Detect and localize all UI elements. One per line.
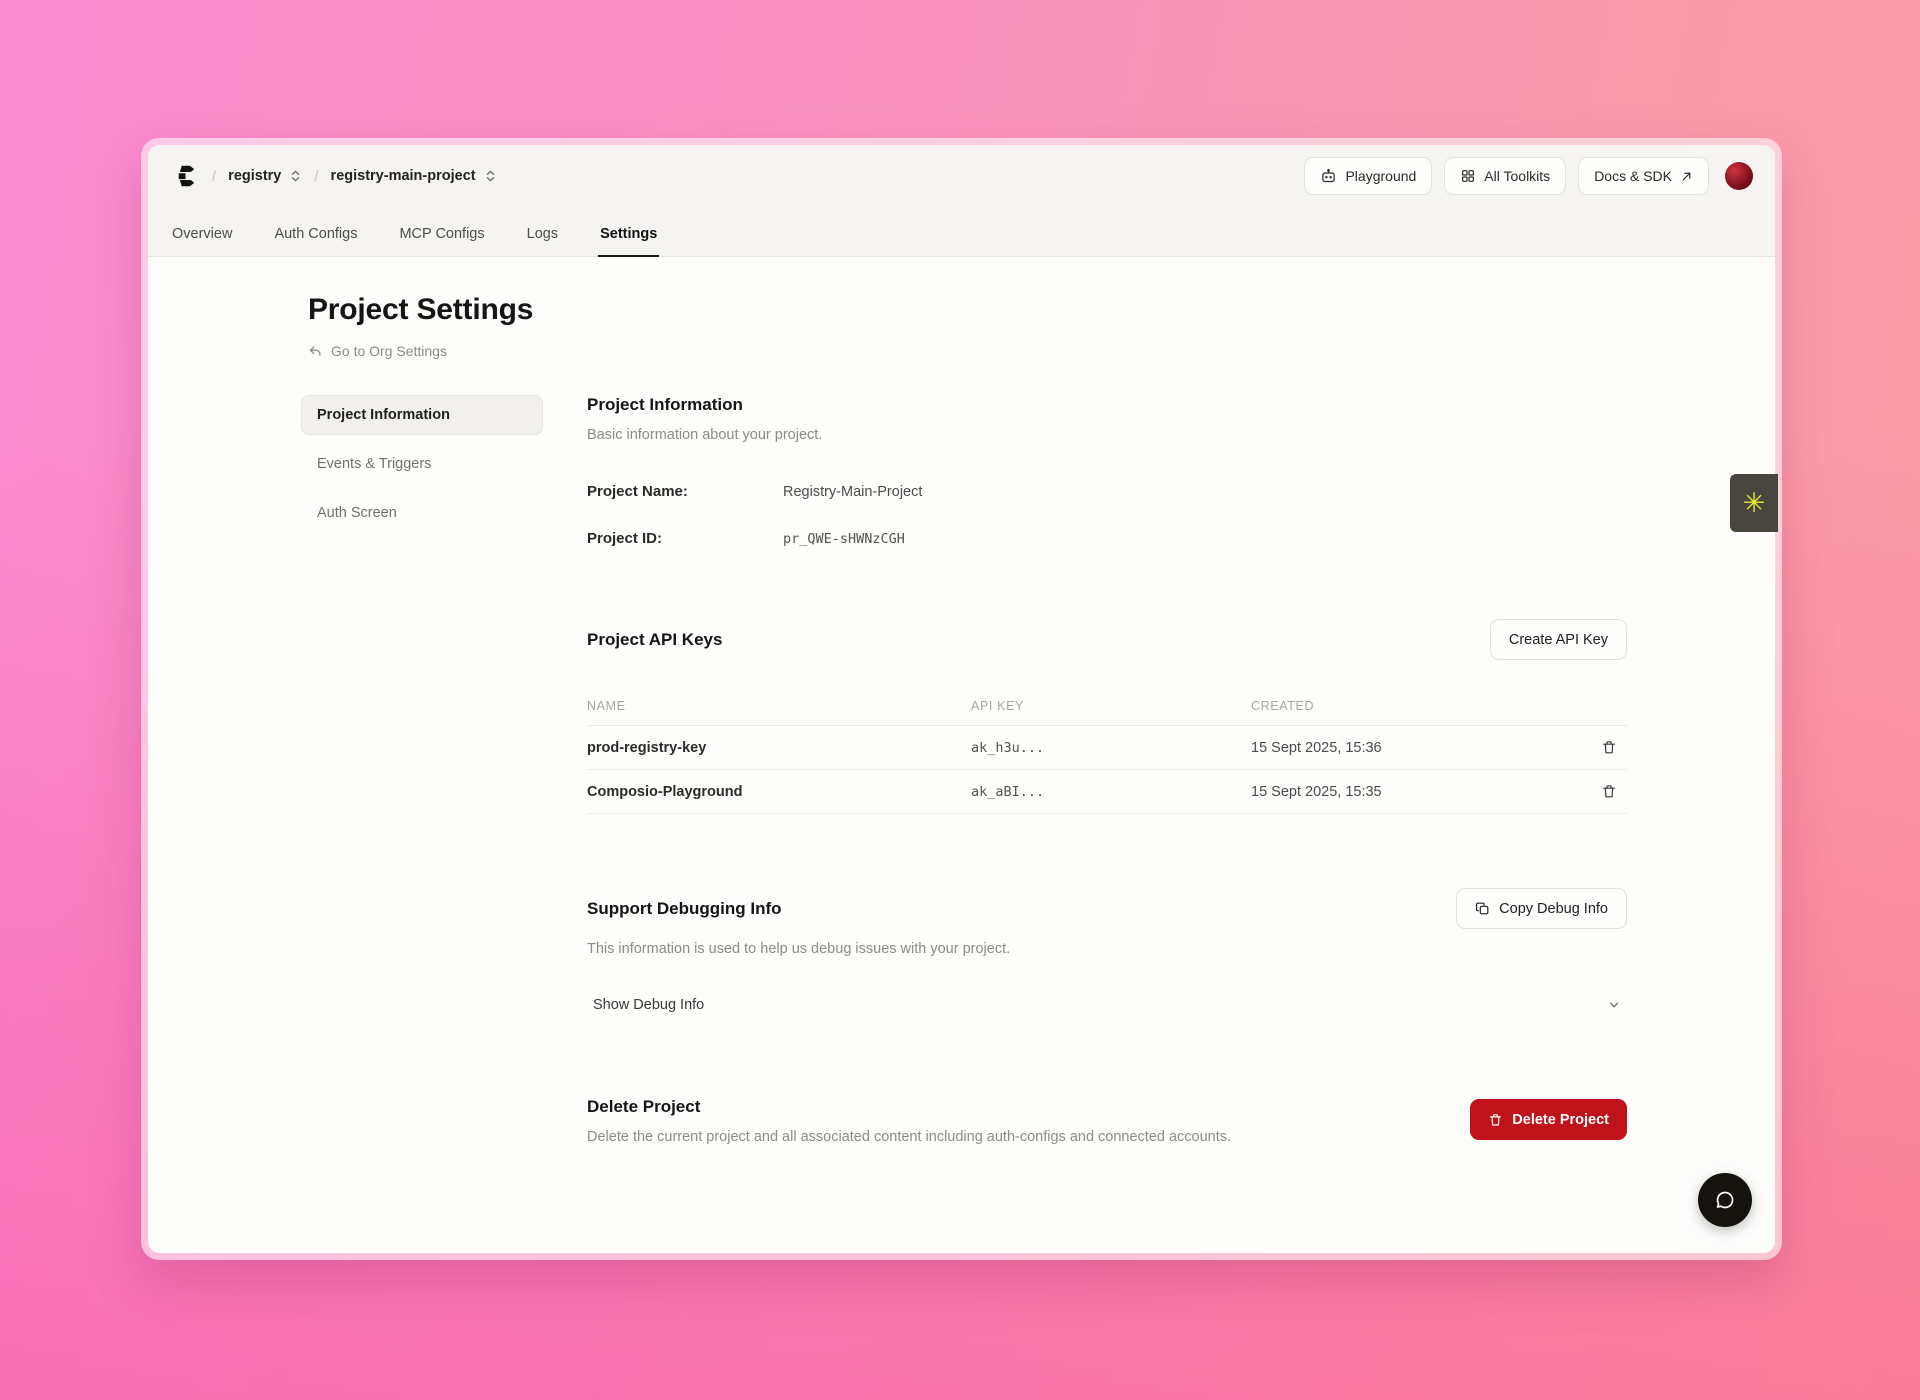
project-info-rows: Project Name: Registry-Main-Project Proj… (587, 483, 1627, 547)
docs-sdk-button-label: Docs & SDK (1594, 168, 1672, 184)
project-tabs: Overview Auth Configs MCP Configs Logs S… (148, 207, 1775, 257)
chevron-updown-icon (484, 169, 497, 183)
delete-project-button[interactable]: Delete Project (1470, 1099, 1627, 1140)
playground-bot-icon (1320, 168, 1337, 185)
project-information-title: Project Information (587, 395, 1627, 415)
asterisk-icon: ✳ (1743, 490, 1766, 517)
grid-icon (1460, 168, 1476, 184)
project-id-row: Project ID: pr_QWE-sHWNzCGH (587, 530, 1627, 547)
breadcrumb-org-select[interactable]: registry (228, 168, 302, 184)
sidebar-item-auth-screen[interactable]: Auth Screen (301, 493, 543, 533)
tab-mcp-configs[interactable]: MCP Configs (397, 226, 486, 256)
project-name-value: Registry-Main-Project (783, 484, 922, 500)
composio-logo-icon[interactable] (170, 161, 200, 191)
delete-project-text: Delete Project Delete the current projec… (587, 1097, 1231, 1145)
column-name: NAME (587, 699, 971, 713)
sidebar-item-project-information[interactable]: Project Information (301, 395, 543, 435)
playground-button[interactable]: Playground (1304, 157, 1432, 195)
playground-button-label: Playground (1345, 168, 1416, 184)
delete-project-row: Delete Project Delete the current projec… (587, 1097, 1627, 1145)
app-card: / registry / registry-main-project (148, 145, 1775, 1253)
project-id-value: pr_QWE-sHWNzCGH (783, 531, 905, 547)
docs-sdk-button[interactable]: Docs & SDK (1578, 157, 1709, 195)
trash-icon (1601, 739, 1617, 756)
api-key-created: 15 Sept 2025, 15:36 (1251, 740, 1567, 756)
breadcrumb-org-label: registry (228, 168, 281, 184)
speech-bubble-icon (1713, 1188, 1737, 1212)
sidebar-item-events-triggers[interactable]: Events & Triggers (301, 444, 543, 484)
page-title: Project Settings (308, 293, 1775, 327)
project-id-label: Project ID: (587, 530, 783, 547)
all-toolkits-button[interactable]: All Toolkits (1444, 157, 1566, 195)
chat-widget-button[interactable] (1698, 1173, 1752, 1227)
api-key-name: Composio-Playground (587, 784, 971, 800)
api-keys-header: Project API Keys Create API Key (587, 619, 1627, 660)
tab-overview[interactable]: Overview (170, 226, 234, 256)
breadcrumb-separator: / (314, 168, 318, 185)
external-link-icon (1680, 170, 1693, 183)
settings-layout: Project Information Events & Triggers Au… (301, 395, 1775, 1145)
trash-icon (1488, 1112, 1503, 1128)
api-keys-title: Project API Keys (587, 630, 722, 650)
header-row: / registry / registry-main-project (148, 145, 1775, 207)
all-toolkits-button-label: All Toolkits (1484, 168, 1550, 184)
debug-info-title: Support Debugging Info (587, 899, 782, 919)
delete-project-title: Delete Project (587, 1097, 1231, 1117)
trash-icon (1601, 783, 1617, 800)
settings-main: Project Information Basic information ab… (587, 395, 1627, 1145)
api-key-value: ak_aBI... (971, 784, 1251, 800)
debug-info-section: Support Debugging Info Copy Debug Info (587, 888, 1627, 1023)
show-debug-info-label: Show Debug Info (593, 997, 704, 1013)
delete-project-description: Delete the current project and all assoc… (587, 1129, 1231, 1145)
debug-info-description: This information is used to help us debu… (587, 941, 1627, 957)
api-key-value: ak_h3u... (971, 740, 1251, 756)
copy-debug-info-label: Copy Debug Info (1499, 901, 1608, 917)
project-information-section: Project Information Basic information ab… (587, 395, 1627, 547)
copy-debug-info-button[interactable]: Copy Debug Info (1456, 888, 1627, 929)
table-row: Composio-Playground ak_aBI... 15 Sept 20… (587, 770, 1627, 814)
project-information-description: Basic information about your project. (587, 427, 1627, 443)
tab-auth-configs[interactable]: Auth Configs (272, 226, 359, 256)
tab-logs[interactable]: Logs (525, 226, 560, 256)
app-header: / registry / registry-main-project (148, 145, 1775, 257)
debug-info-header: Support Debugging Info Copy Debug Info (587, 888, 1627, 929)
feedback-widget-tab[interactable]: ✳ (1730, 474, 1778, 532)
chevron-down-icon (1607, 998, 1621, 1012)
api-keys-section: Project API Keys Create API Key NAME API… (587, 619, 1627, 814)
breadcrumb-project-label: registry-main-project (331, 168, 476, 184)
table-row: prod-registry-key ak_h3u... 15 Sept 2025… (587, 726, 1627, 770)
breadcrumb-separator: / (212, 168, 216, 185)
settings-content: Project Settings Go to Org Settings Proj… (148, 257, 1775, 1253)
app-window: / registry / registry-main-project (141, 138, 1782, 1260)
api-keys-table-header: NAME API KEY CREATED (587, 686, 1627, 726)
settings-nav: Project Information Events & Triggers Au… (301, 395, 543, 1145)
chevron-updown-icon (289, 169, 302, 183)
project-name-row: Project Name: Registry-Main-Project (587, 483, 1627, 500)
return-arrow-icon (308, 344, 323, 359)
api-keys-table: NAME API KEY CREATED prod-registry-key a… (587, 686, 1627, 814)
delete-api-key-button[interactable] (1597, 779, 1621, 804)
column-created: CREATED (1251, 699, 1567, 713)
create-api-key-button[interactable]: Create API Key (1490, 619, 1627, 660)
column-api-key: API KEY (971, 699, 1251, 713)
copy-icon (1475, 901, 1490, 916)
api-key-name: prod-registry-key (587, 740, 971, 756)
breadcrumb-project-select[interactable]: registry-main-project (331, 168, 497, 184)
go-to-org-settings-label: Go to Org Settings (331, 343, 447, 359)
show-debug-info-toggle[interactable]: Show Debug Info (587, 987, 1627, 1023)
api-key-created: 15 Sept 2025, 15:35 (1251, 784, 1567, 800)
delete-project-section: Delete Project Delete the current projec… (587, 1097, 1627, 1145)
tab-settings[interactable]: Settings (598, 226, 659, 256)
delete-api-key-button[interactable] (1597, 735, 1621, 760)
go-to-org-settings-link[interactable]: Go to Org Settings (308, 343, 447, 359)
user-avatar[interactable] (1725, 162, 1753, 190)
delete-project-button-label: Delete Project (1512, 1112, 1609, 1128)
project-name-label: Project Name: (587, 483, 783, 500)
